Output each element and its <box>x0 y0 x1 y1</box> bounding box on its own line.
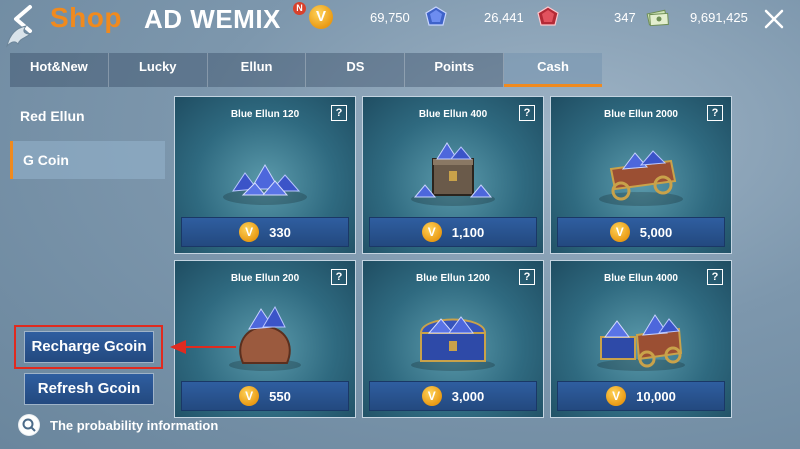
help-icon[interactable]: ? <box>331 269 347 285</box>
search-icon <box>18 414 40 436</box>
probability-info-text: The probability information <box>50 417 219 433</box>
help-icon[interactable]: ? <box>519 105 535 121</box>
top-bar: Shop AD WEMIX N V 69,750 26,441 347 9,69… <box>0 0 800 48</box>
buy-button[interactable]: V 550 <box>181 381 349 411</box>
gems-chest-icon <box>411 142 495 206</box>
side-item-red-ellun[interactable]: Red Ellun <box>10 97 165 135</box>
new-badge: N <box>293 2 306 15</box>
gems-bag-icon <box>229 305 301 371</box>
side-item-g-coin[interactable]: G Coin <box>10 141 165 179</box>
ticket-amount: 347 <box>614 10 636 25</box>
buy-button[interactable]: V 3,000 <box>369 381 537 411</box>
red-gem-icon <box>537 6 559 26</box>
wemix-coin-icon: V <box>239 386 260 406</box>
cash-bundle-icon <box>646 9 669 27</box>
recharge-gcoin-button[interactable]: Recharge Gcoin <box>24 331 154 363</box>
product-name: Blue Ellun 1200 <box>416 273 490 284</box>
wemix-coin-icon: V <box>309 5 333 29</box>
cash-amount: 9,691,425 <box>690 10 748 25</box>
product-name: Blue Ellun 2000 <box>604 109 678 120</box>
wemix-coin-icon: V <box>239 222 260 242</box>
product-card[interactable]: Blue Ellun 1200 ? V 3,000 <box>362 260 544 418</box>
product-name: Blue Ellun 200 <box>230 273 300 284</box>
gems-pile-icon <box>223 164 307 205</box>
close-icon[interactable] <box>763 8 785 30</box>
shop-title: Shop <box>50 2 122 33</box>
product-card[interactable]: Blue Ellun 2000 ? V 5,000 <box>550 96 732 254</box>
category-tabs: Hot&New Lucky Ellun DS Points Cash <box>10 53 602 87</box>
wemix-coin-icon: V <box>421 222 442 242</box>
product-price: 5,000 <box>639 224 673 240</box>
gems-treasure-chest-icon <box>411 316 495 371</box>
help-icon[interactable]: ? <box>707 105 723 121</box>
product-card[interactable]: Blue Ellun 120 ? V 330 <box>174 96 356 254</box>
help-icon[interactable]: ? <box>519 269 535 285</box>
product-name: Blue Ellun 400 <box>418 109 488 120</box>
blue-ellun-amount: 69,750 <box>370 10 410 25</box>
dragon-logo-icon <box>6 25 32 48</box>
tab-points[interactable]: Points <box>405 53 505 87</box>
product-name: Blue Ellun 120 <box>230 109 300 120</box>
buy-button[interactable]: V 5,000 <box>557 217 725 247</box>
product-card[interactable]: Blue Ellun 4000 ? V 10,000 <box>550 260 732 418</box>
blue-gem-icon <box>425 6 447 26</box>
wemix-coin-icon: V <box>609 222 630 242</box>
buy-button[interactable]: V 10,000 <box>557 381 725 411</box>
tab-ellun[interactable]: Ellun <box>208 53 307 87</box>
buy-button[interactable]: V 1,100 <box>369 217 537 247</box>
product-price: 10,000 <box>636 388 676 404</box>
product-name: Blue Ellun 4000 <box>604 273 678 284</box>
probability-info-link[interactable]: The probability information <box>18 414 218 436</box>
product-price: 3,000 <box>451 388 485 404</box>
product-price: 550 <box>269 388 291 404</box>
brand-title: AD WEMIX <box>144 4 281 34</box>
gems-wagon-icon <box>597 314 685 371</box>
pointer-arrow-icon <box>170 340 236 354</box>
red-ellun-amount: 26,441 <box>484 10 524 25</box>
tab-ds[interactable]: DS <box>306 53 406 87</box>
tab-hot-new[interactable]: Hot&New <box>10 53 109 87</box>
help-icon[interactable]: ? <box>707 269 723 285</box>
product-card[interactable]: Blue Ellun 400 ? V 1,100 <box>362 96 544 254</box>
wemix-coin-icon: V <box>421 386 442 406</box>
tab-cash[interactable]: Cash <box>504 53 602 87</box>
buy-button[interactable]: V 330 <box>181 217 349 247</box>
product-price: 1,100 <box>451 224 485 240</box>
wemix-coin-icon: V <box>606 386 627 406</box>
help-icon[interactable]: ? <box>331 105 347 121</box>
tab-lucky[interactable]: Lucky <box>109 53 208 87</box>
gems-cart-icon <box>599 150 683 206</box>
refresh-gcoin-button[interactable]: Refresh Gcoin <box>24 373 154 405</box>
product-price: 330 <box>269 224 291 240</box>
